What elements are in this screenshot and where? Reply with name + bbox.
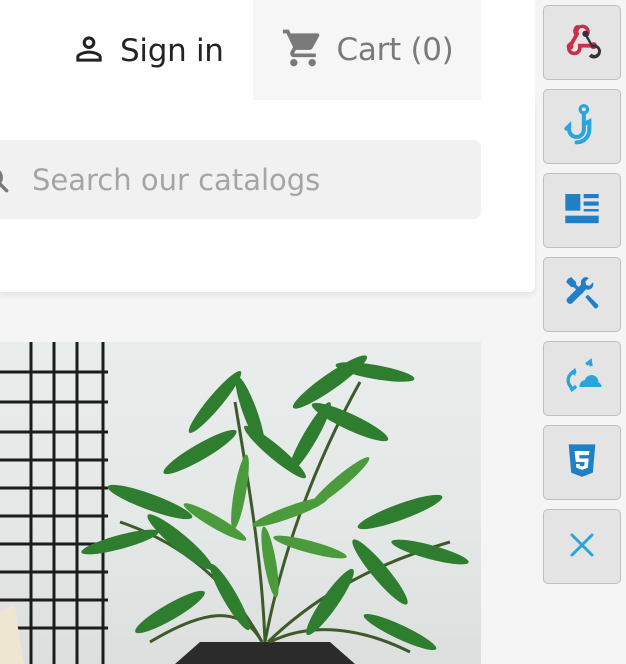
cloud-sync-icon [562,357,602,401]
search-box [0,140,481,219]
close-toolbar-button[interactable] [543,509,621,584]
user-icon [70,30,108,72]
cart-count: (0) [410,32,454,68]
cloud-sync-button[interactable] [543,341,621,416]
shopping-cart-icon [281,26,325,74]
search-panel [0,100,535,292]
header-nav: Sign in Cart (0) [0,0,535,100]
webhook-button[interactable] [543,5,621,80]
cart-link[interactable]: Cart (0) [253,0,481,100]
css3-button[interactable] [543,425,621,500]
close-icon [567,530,597,564]
css3-icon [562,441,602,485]
plant-illustration [0,342,469,664]
hook-button[interactable] [543,89,621,164]
tools-icon [562,273,602,317]
hook-icon [560,103,604,151]
sign-in-link[interactable]: Sign in [70,28,224,74]
search-input[interactable] [32,140,472,219]
tools-button[interactable] [543,257,621,332]
cart-label: Cart (0) [336,32,454,68]
product-image[interactable] [0,342,481,664]
webhook-icon [560,19,604,67]
sign-in-label: Sign in [120,33,224,69]
layout-button[interactable] [543,173,621,248]
layout-icon [562,189,602,233]
